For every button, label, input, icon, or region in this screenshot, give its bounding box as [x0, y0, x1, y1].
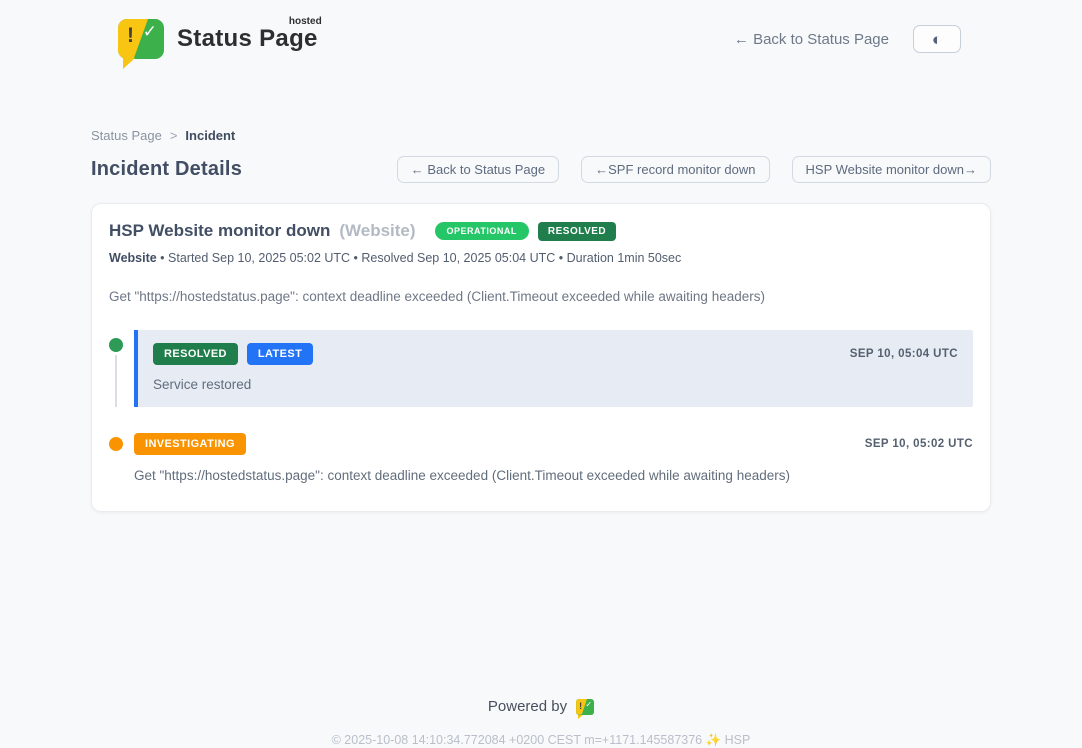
- incident-title-row: HSP Website monitor down (Website) OPERA…: [109, 221, 973, 241]
- meta-details: • Started Sep 10, 2025 05:02 UTC • Resol…: [157, 251, 682, 265]
- exclamation-icon: !: [127, 24, 134, 48]
- page-title: Incident Details: [91, 158, 242, 181]
- topbar: ! ✓ Status Page hosted ← Back to Status …: [0, 0, 1082, 76]
- incident-nav-buttons: ← Back to Status Page ←SPF record monito…: [397, 156, 991, 183]
- incident-timeline: RESOLVED LATEST SEP 10, 05:04 UTC Servic…: [109, 330, 973, 483]
- footer: Powered by ! ✓ © 2025-10-08 14:10:34.772…: [91, 698, 991, 748]
- incident-component: (Website): [339, 221, 415, 241]
- timeline-badges: RESOLVED LATEST: [153, 343, 313, 365]
- timeline-plain-entry: INVESTIGATING SEP 10, 05:02 UTC Get "htt…: [134, 433, 973, 483]
- timeline-entry-resolved: RESOLVED LATEST SEP 10, 05:04 UTC Servic…: [109, 330, 973, 433]
- timeline-entry-header: INVESTIGATING SEP 10, 05:02 UTC: [134, 433, 973, 455]
- timeline-dot-column: [109, 433, 134, 483]
- incident-card: HSP Website monitor down (Website) OPERA…: [91, 203, 991, 512]
- meta-component: Website: [109, 251, 157, 265]
- brand-text: Status Page hosted: [177, 25, 318, 53]
- check-icon: ✓: [143, 22, 157, 42]
- brand-name: Status Page: [177, 25, 318, 52]
- powered-by-label: Powered by: [488, 698, 567, 715]
- timeline-timestamp: SEP 10, 05:02 UTC: [865, 438, 973, 450]
- powered-by-logo-icon: ! ✓: [576, 699, 594, 715]
- prev-incident-button[interactable]: ←SPF record monitor down: [581, 156, 769, 183]
- contrast-icon: ◐: [932, 31, 942, 48]
- investigating-status-badge: INVESTIGATING: [134, 433, 246, 455]
- timeline-message: Service restored: [153, 377, 958, 392]
- brand-logo[interactable]: ! ✓ Status Page hosted: [118, 19, 318, 59]
- timeline-dot-orange: [109, 437, 123, 451]
- back-to-status-page-link[interactable]: ← Back to Status Page: [734, 31, 889, 48]
- resolved-badge: RESOLVED: [538, 222, 616, 241]
- operational-badge: OPERATIONAL: [435, 222, 529, 240]
- breadcrumb: Status Page > Incident: [91, 128, 991, 143]
- exclamation-icon: !: [579, 701, 582, 711]
- breadcrumb-status-page[interactable]: Status Page: [91, 128, 162, 143]
- resolved-status-badge: RESOLVED: [153, 343, 238, 365]
- timeline-entry-header: RESOLVED LATEST SEP 10, 05:04 UTC: [153, 343, 958, 365]
- incident-description: Get "https://hostedstatus.page": context…: [109, 289, 973, 304]
- timeline-dot-green: [109, 338, 123, 352]
- topbar-right: ← Back to Status Page ◐: [734, 25, 961, 53]
- timeline-highlight-box: RESOLVED LATEST SEP 10, 05:04 UTC Servic…: [134, 330, 973, 407]
- timeline-message: Get "https://hostedstatus.page": context…: [134, 468, 973, 483]
- check-icon: ✓: [585, 700, 592, 709]
- timeline-entry-investigating: INVESTIGATING SEP 10, 05:02 UTC Get "htt…: [109, 433, 973, 483]
- status-page-logo-icon: ! ✓: [118, 19, 164, 59]
- theme-toggle-button[interactable]: ◐: [913, 25, 961, 53]
- brand-hosted-superscript: hosted: [289, 16, 322, 27]
- breadcrumb-separator: >: [170, 128, 178, 143]
- latest-status-badge: LATEST: [247, 343, 313, 365]
- logo-bubble-tail: [123, 58, 135, 69]
- back-to-status-page-button[interactable]: ← Back to Status Page: [397, 156, 559, 183]
- timeline-connector-line: [115, 350, 117, 407]
- incident-title: HSP Website monitor down: [109, 221, 330, 241]
- copyright-line: © 2025-10-08 14:10:34.772084 +0200 CEST …: [91, 733, 991, 748]
- heading-row: Incident Details ← Back to Status Page ←…: [91, 156, 991, 183]
- powered-by[interactable]: Powered by ! ✓: [488, 698, 594, 715]
- incident-meta: Website • Started Sep 10, 2025 05:02 UTC…: [109, 251, 973, 265]
- timeline-dot-column: [109, 330, 134, 407]
- main-content: Status Page > Incident Incident Details …: [91, 128, 991, 748]
- next-incident-button[interactable]: HSP Website monitor down→: [792, 156, 991, 183]
- mini-logo-bubble-tail: [578, 715, 583, 719]
- timeline-timestamp: SEP 10, 05:04 UTC: [850, 348, 958, 360]
- breadcrumb-incident: Incident: [185, 128, 235, 143]
